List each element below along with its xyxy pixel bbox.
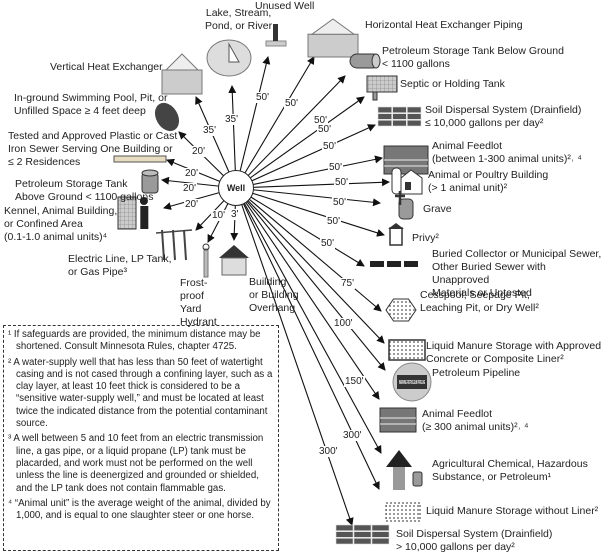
source-label: Unused Well xyxy=(255,0,315,12)
source-label: Kennel, Animal Building, or Confined Are… xyxy=(4,205,118,243)
distance-label: 50' xyxy=(332,197,348,208)
source-label: Animal Feedlot (≥ 300 animal units)²˒ ⁴ xyxy=(422,408,529,433)
distance-label: 35' xyxy=(202,125,218,136)
distance-label: 50' xyxy=(255,92,271,103)
privy-icon xyxy=(388,223,404,246)
footnote: ³ A well between 5 and 10 feet from an e… xyxy=(8,433,264,494)
drainfield-icon xyxy=(335,524,390,545)
distance-label: 50' xyxy=(317,124,333,135)
source-label: Septic or Holding Tank xyxy=(400,78,505,90)
distance-label: 50' xyxy=(326,216,342,227)
pipeline-warning-icon: WARNING PETROLEUM PIPELINE xyxy=(392,362,432,402)
source-label: Soil Dispersal System (Drainfield) ≤ 10,… xyxy=(425,104,582,129)
source-label: Grave xyxy=(423,203,452,215)
pipeline-sign-text: WARNING PETROLEUM PIPELINE xyxy=(399,380,425,386)
source-label: Privy² xyxy=(412,232,439,244)
source-label: Petroleum Pipeline xyxy=(432,367,521,379)
lake-icon xyxy=(206,39,252,77)
distance-label: 300' xyxy=(318,446,339,457)
distance-label: 50' xyxy=(320,238,336,249)
footnote: ¹ If safeguards are provided, the minimu… xyxy=(8,329,261,353)
distance-label: 50' xyxy=(322,141,338,152)
cesspool-icon xyxy=(385,298,417,322)
well-label: Well xyxy=(226,183,246,193)
distance-label: 20' xyxy=(191,146,207,157)
feedlot-icon xyxy=(383,145,429,175)
source-label: Petroleum Storage Tank Above Ground < 11… xyxy=(15,178,154,203)
horizontal-heat-exchanger-icon xyxy=(307,18,359,58)
house-icon xyxy=(219,245,249,276)
buried-sewer-icon xyxy=(370,261,418,267)
lined-manure-icon xyxy=(388,339,426,361)
source-label: Soil Dispersal System (Drainfield) > 10,… xyxy=(396,528,553,553)
source-label: Agricultural Chemical, Hazardous Substan… xyxy=(432,458,588,483)
footnotes-box: ¹ If safeguards are provided, the minimu… xyxy=(3,325,279,551)
distance-label: 300' xyxy=(342,430,363,441)
distance-label: 20' xyxy=(184,199,200,210)
distance-label: 20' xyxy=(184,168,200,179)
distance-label: 35' xyxy=(224,114,240,125)
chemical-icon xyxy=(386,450,423,490)
gravestone-icon xyxy=(395,191,414,220)
distance-label: 10' xyxy=(211,210,227,221)
distance-label: 3' xyxy=(230,209,240,220)
distance-label: 20' xyxy=(182,183,198,194)
drainfield-icon xyxy=(377,106,422,127)
source-label: Electric Line, LP Tank, or Gas Pipe³ xyxy=(68,253,172,278)
source-label: Frost- proof Yard Hydrant xyxy=(180,277,217,328)
source-label: Animal or Poultry Building (> 1 animal u… xyxy=(428,169,549,194)
septic-tank-icon xyxy=(366,75,398,101)
source-label: Petroleum Storage Tank Below Ground < 11… xyxy=(382,45,564,70)
distance-label: 150' xyxy=(344,376,365,387)
vertical-heat-exchanger-icon xyxy=(161,53,203,95)
well-setback-diagram: WARNING PETROLEUM PIPELINE Well 35' Lake,… xyxy=(0,0,602,558)
feedlot-icon xyxy=(379,407,417,433)
source-label: Tested and Approved Plastic or Cast Iron… xyxy=(8,130,178,168)
footnote: ⁴ “Animal unit” is the average weight of… xyxy=(8,497,271,522)
distance-arrow xyxy=(235,124,376,189)
source-label: Vertical Heat Exchanger xyxy=(50,61,163,73)
well-center: Well xyxy=(218,170,254,206)
footnote: ² A water-supply well that has less than… xyxy=(8,356,273,430)
distance-arrow xyxy=(235,56,315,189)
distance-label: 50' xyxy=(328,162,344,173)
source-label: In-ground Swimming Pool, Pit, or Unfille… xyxy=(14,92,168,117)
distance-label: 100' xyxy=(333,318,354,329)
distance-label: 75' xyxy=(340,278,356,289)
source-label: Liquid Manure Storage with Approved Conc… xyxy=(426,340,602,365)
distance-label: 50' xyxy=(284,98,300,109)
unlined-manure-icon xyxy=(385,502,421,522)
distance-label: 50' xyxy=(334,177,350,188)
source-label: Horizontal Heat Exchanger Piping xyxy=(365,19,523,31)
source-label: Cesspool, Seepage Pit, Leaching Pit, or … xyxy=(420,289,539,314)
hydrant-icon xyxy=(202,243,210,278)
source-label: Liquid Manure Storage without Liner² xyxy=(426,505,599,517)
source-label: Animal Feedlot (between 1-300 animal uni… xyxy=(432,140,582,165)
source-label: Building or Building Overhang xyxy=(249,276,299,314)
horizontal-tank-icon xyxy=(349,53,381,69)
